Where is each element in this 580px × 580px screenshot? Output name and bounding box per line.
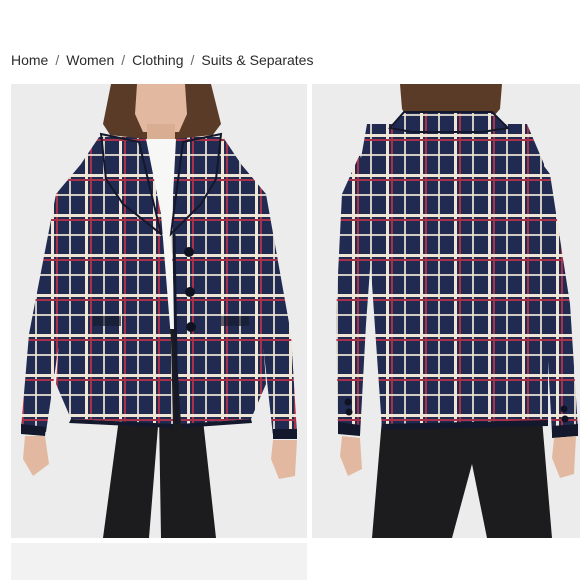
breadcrumb: Home / Women / Clothing / Suits & Separa… xyxy=(11,51,313,69)
product-photo-back xyxy=(312,84,580,538)
breadcrumb-separator: / xyxy=(55,52,60,68)
breadcrumb-suits-separates-link[interactable]: Suits & Separates xyxy=(201,52,313,68)
breadcrumb-separator: / xyxy=(190,52,195,68)
breadcrumb-separator: / xyxy=(121,52,126,68)
breadcrumb-women-link[interactable]: Women xyxy=(66,52,114,68)
breadcrumb-home-link[interactable]: Home xyxy=(11,52,48,68)
product-photo-front xyxy=(11,84,307,538)
gallery-thumbnail-strip[interactable] xyxy=(11,543,307,580)
breadcrumb-clothing-link[interactable]: Clothing xyxy=(132,52,183,68)
product-image-back[interactable] xyxy=(312,84,580,538)
product-image-front[interactable] xyxy=(11,84,307,538)
